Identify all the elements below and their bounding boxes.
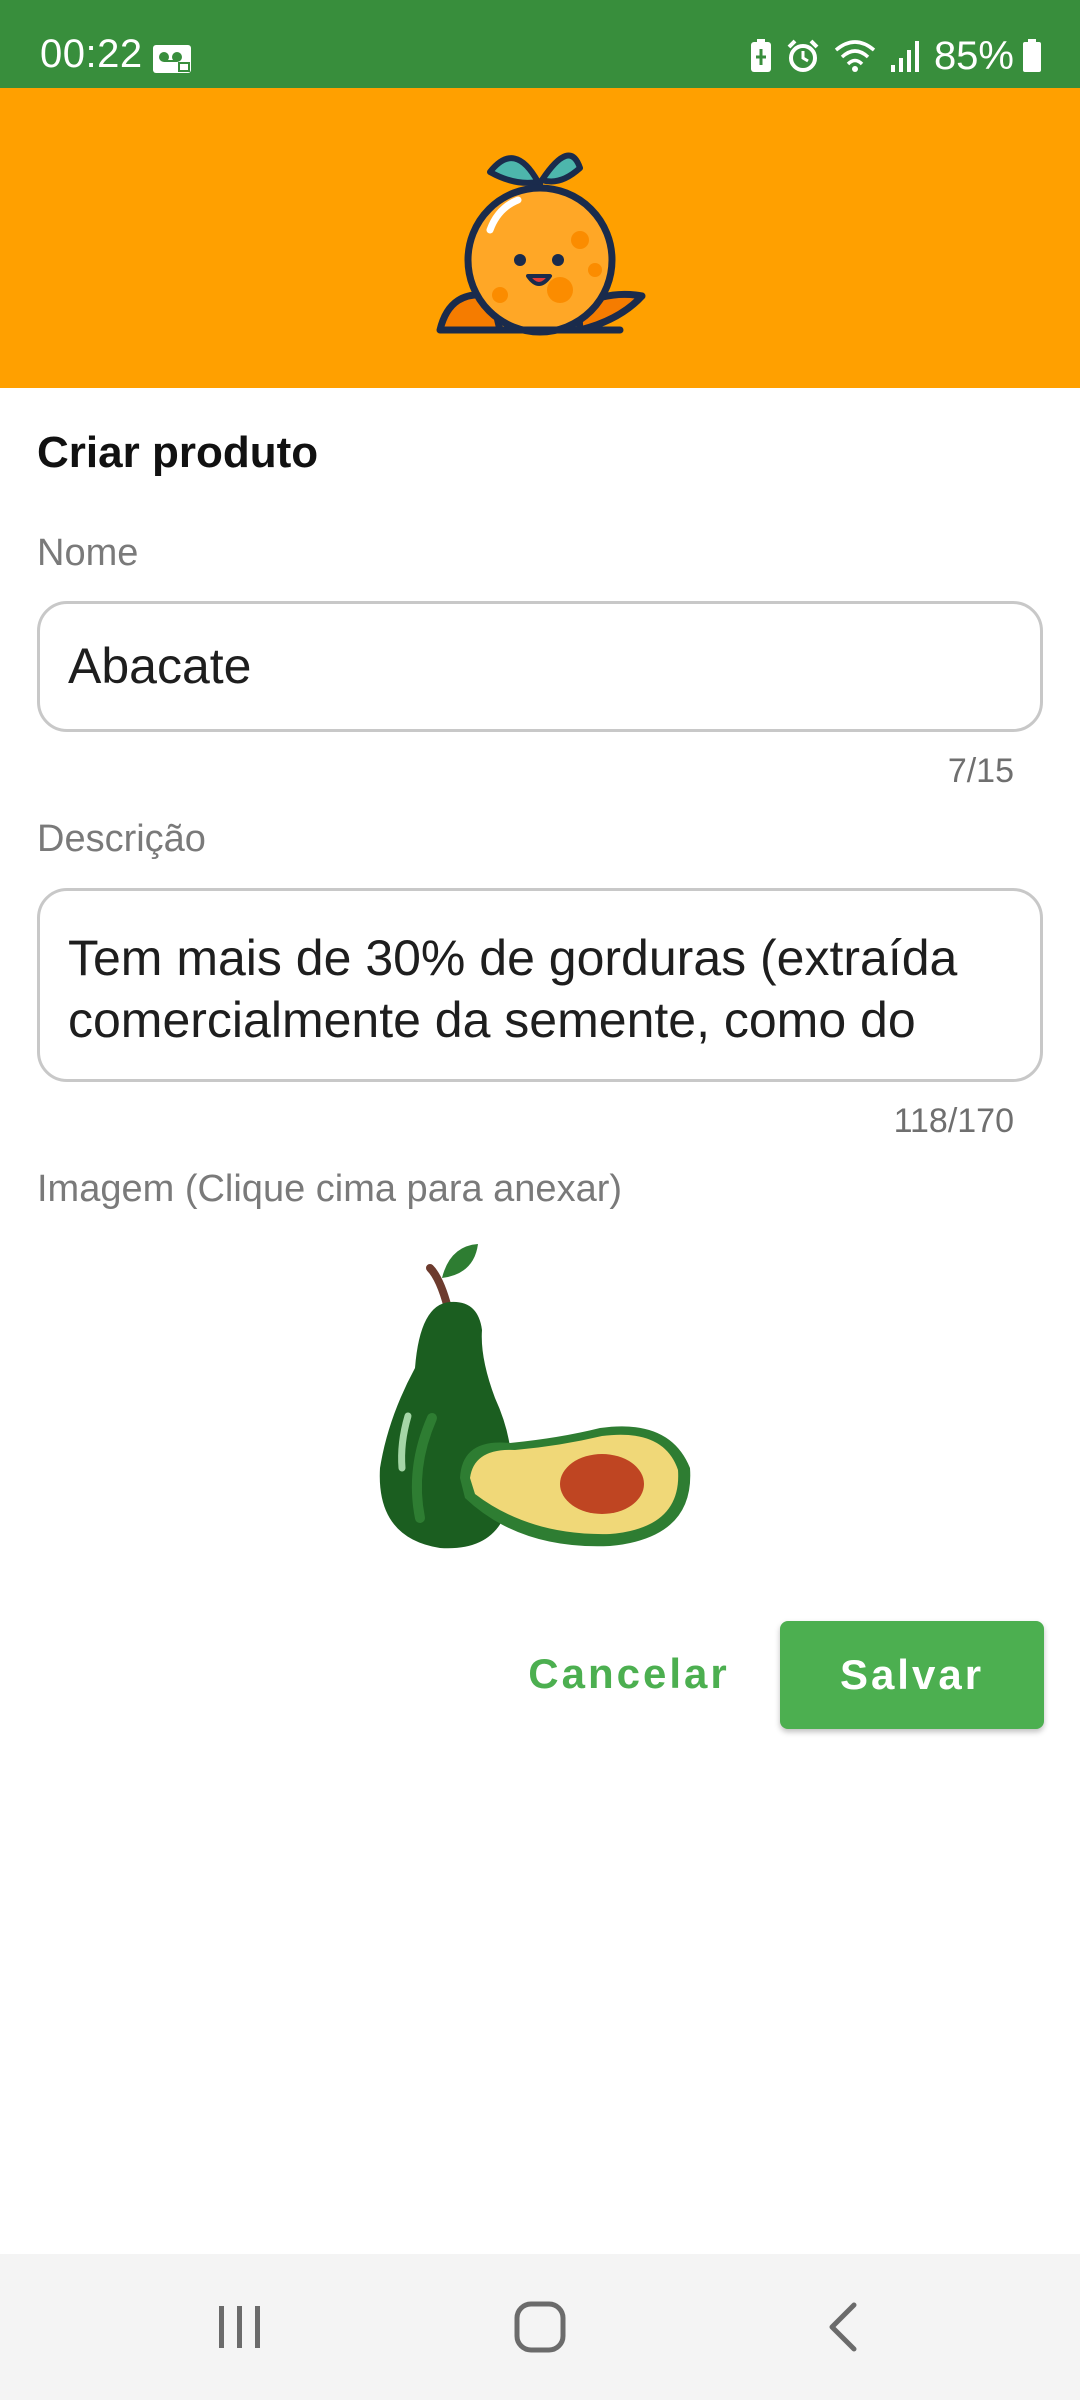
battery-percent: 85%: [933, 34, 1014, 78]
battery-icon: [1023, 39, 1041, 72]
recents-icon: [219, 2306, 260, 2348]
cancel-button[interactable]: Cancelar: [506, 1620, 752, 1728]
orange-mascot-logo: [436, 152, 646, 336]
status-time: 00:22: [40, 32, 143, 76]
description-line-2: comercialmente da semente, como do: [68, 992, 916, 1048]
description-label: Descrição: [37, 818, 206, 860]
back-button[interactable]: [763, 2254, 923, 2400]
status-bar: 00:22 85%: [0, 0, 1080, 88]
name-char-counter: 7/15: [947, 752, 1014, 790]
page-title: Criar produto: [37, 428, 319, 477]
app-header: [0, 88, 1080, 388]
back-icon: [829, 2302, 857, 2352]
status-icons: 85%: [750, 34, 1042, 78]
recents-button[interactable]: [160, 2254, 320, 2400]
home-button[interactable]: [460, 2254, 620, 2400]
voicemail-icon: [153, 45, 191, 73]
navigation-bar: [0, 2254, 1080, 2400]
description-char-counter: 118/170: [893, 1102, 1014, 1140]
wifi-icon: [834, 40, 876, 72]
cellular-signal-icon: [890, 41, 919, 72]
avocado-image[interactable]: [370, 1238, 710, 1568]
home-icon: [514, 2301, 566, 2353]
name-input[interactable]: Abacate: [37, 601, 1043, 732]
save-button[interactable]: Salvar: [780, 1621, 1044, 1729]
alarm-icon: [787, 39, 819, 72]
image-label: Imagem (Clique cima para anexar): [37, 1168, 623, 1210]
battery-saver-icon: [750, 39, 771, 72]
name-label: Nome: [37, 532, 139, 574]
description-line-1: Tem mais de 30% de gorduras (extraída: [68, 930, 958, 986]
description-input[interactable]: Tem mais de 30% de gorduras (extraída co…: [37, 888, 1043, 1082]
